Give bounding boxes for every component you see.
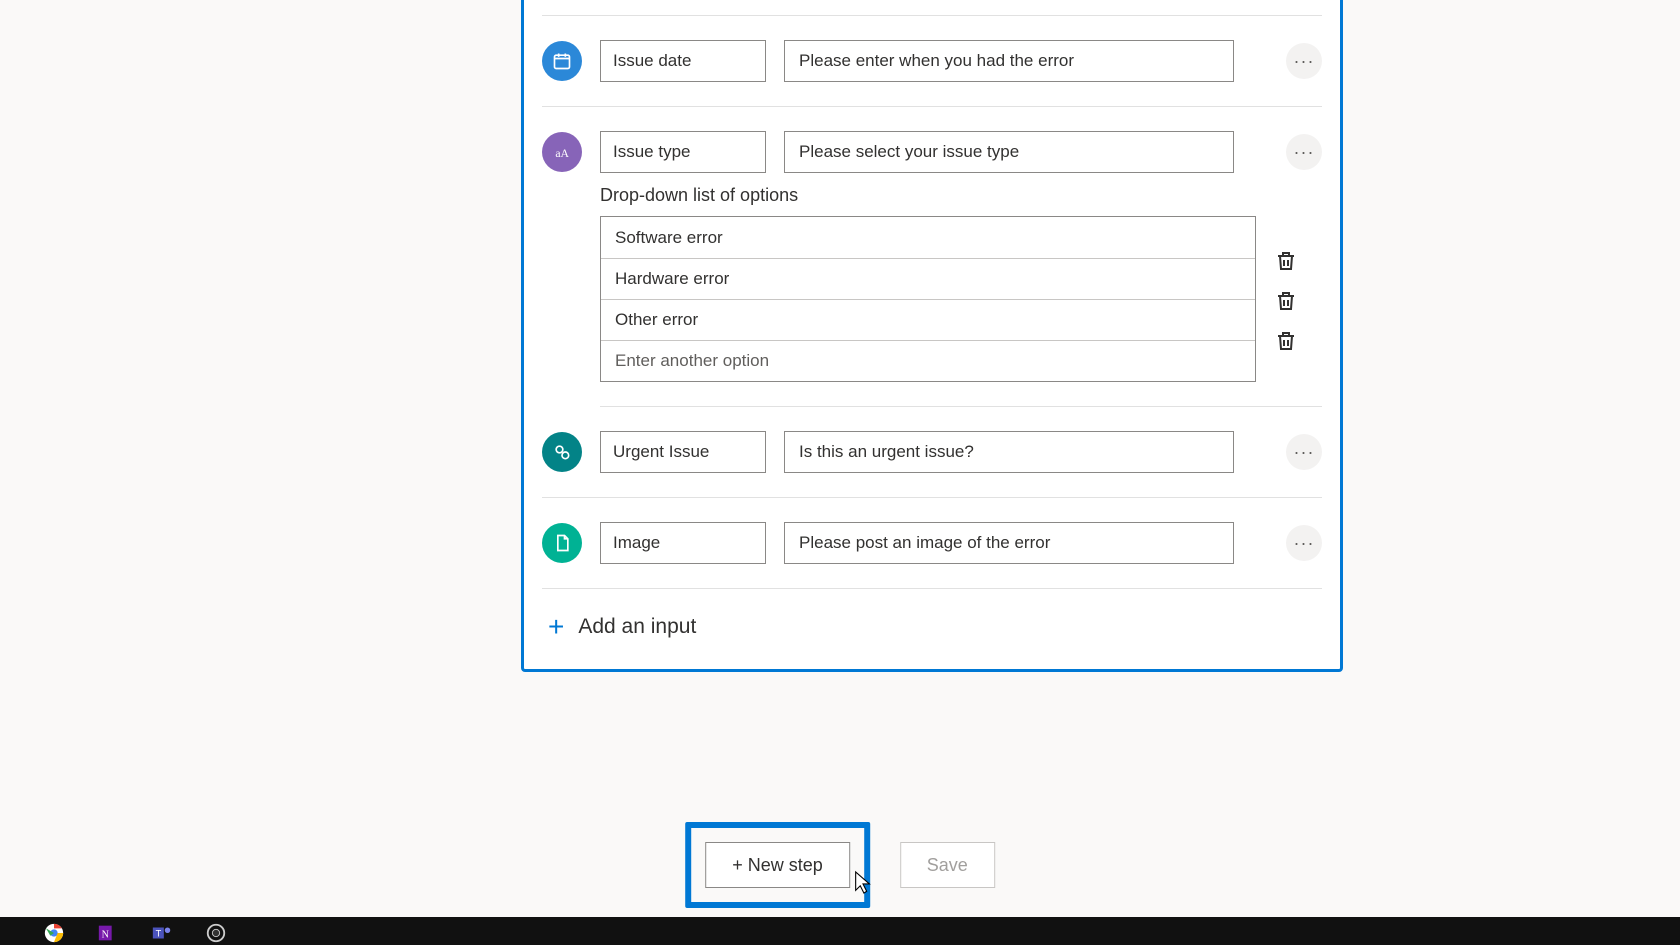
taskbar: N T <box>0 917 1680 945</box>
input-row-image: ··· <box>542 498 1322 589</box>
issue-type-name-input[interactable] <box>600 131 766 173</box>
dropdown-option-new[interactable] <box>601 340 1255 381</box>
issue-date-name-input[interactable] <box>600 40 766 82</box>
image-name-input[interactable] <box>600 522 766 564</box>
image-more-button[interactable]: ··· <box>1286 525 1322 561</box>
urgent-desc-input[interactable] <box>784 431 1234 473</box>
new-step-button[interactable]: + New step <box>705 842 850 888</box>
plus-icon: + <box>548 613 564 641</box>
taskbar-teams-icon[interactable]: T <box>146 921 178 945</box>
urgent-more-button[interactable]: ··· <box>1286 434 1322 470</box>
issue-date-desc-input[interactable] <box>784 40 1234 82</box>
trigger-card: ··· ··· aA ··· <box>521 0 1343 672</box>
delete-option-3-button[interactable] <box>1274 329 1298 353</box>
ellipsis-icon: ··· <box>1294 443 1315 461</box>
taskbar-obs-icon[interactable] <box>200 921 232 945</box>
delete-option-2-button[interactable] <box>1274 289 1298 313</box>
file-icon <box>542 523 582 563</box>
delete-option-1-button[interactable] <box>1274 249 1298 273</box>
dropdown-options-block: Drop-down list of options <box>600 185 1322 407</box>
ellipsis-icon: ··· <box>1294 143 1315 161</box>
image-desc-input[interactable] <box>784 522 1234 564</box>
urgent-name-input[interactable] <box>600 431 766 473</box>
svg-text:aA: aA <box>555 147 569 160</box>
svg-text:T: T <box>156 929 162 939</box>
issue-type-desc-input[interactable] <box>784 131 1234 173</box>
calendar-icon <box>542 41 582 81</box>
input-row-urgent: ··· <box>542 407 1322 498</box>
text-icon: aA <box>542 132 582 172</box>
add-input-button[interactable]: + Add an input <box>542 589 1322 669</box>
add-input-label: Add an input <box>578 615 696 639</box>
highlight-annotation: + New step <box>685 822 870 908</box>
input-row-issue-date: ··· <box>542 16 1322 107</box>
ellipsis-icon: ··· <box>1294 534 1315 552</box>
input-row-issue-type: aA ··· <box>542 107 1322 197</box>
footer-buttons: + New step Save <box>685 822 995 908</box>
issue-date-more-button[interactable]: ··· <box>1286 43 1322 79</box>
svg-text:N: N <box>102 930 110 941</box>
dropdown-option-2[interactable] <box>601 258 1255 299</box>
ellipsis-icon: ··· <box>1294 52 1315 70</box>
issue-type-more-button[interactable]: ··· <box>1286 134 1322 170</box>
taskbar-chrome-icon[interactable] <box>38 921 70 945</box>
dropdown-option-1[interactable] <box>601 217 1255 258</box>
save-button[interactable]: Save <box>900 842 995 888</box>
input-row-email: ··· <box>542 0 1322 16</box>
taskbar-onenote-icon[interactable]: N <box>92 921 124 945</box>
dropdown-options-list <box>600 216 1256 382</box>
dropdown-option-3[interactable] <box>601 299 1255 340</box>
yesno-icon <box>542 432 582 472</box>
